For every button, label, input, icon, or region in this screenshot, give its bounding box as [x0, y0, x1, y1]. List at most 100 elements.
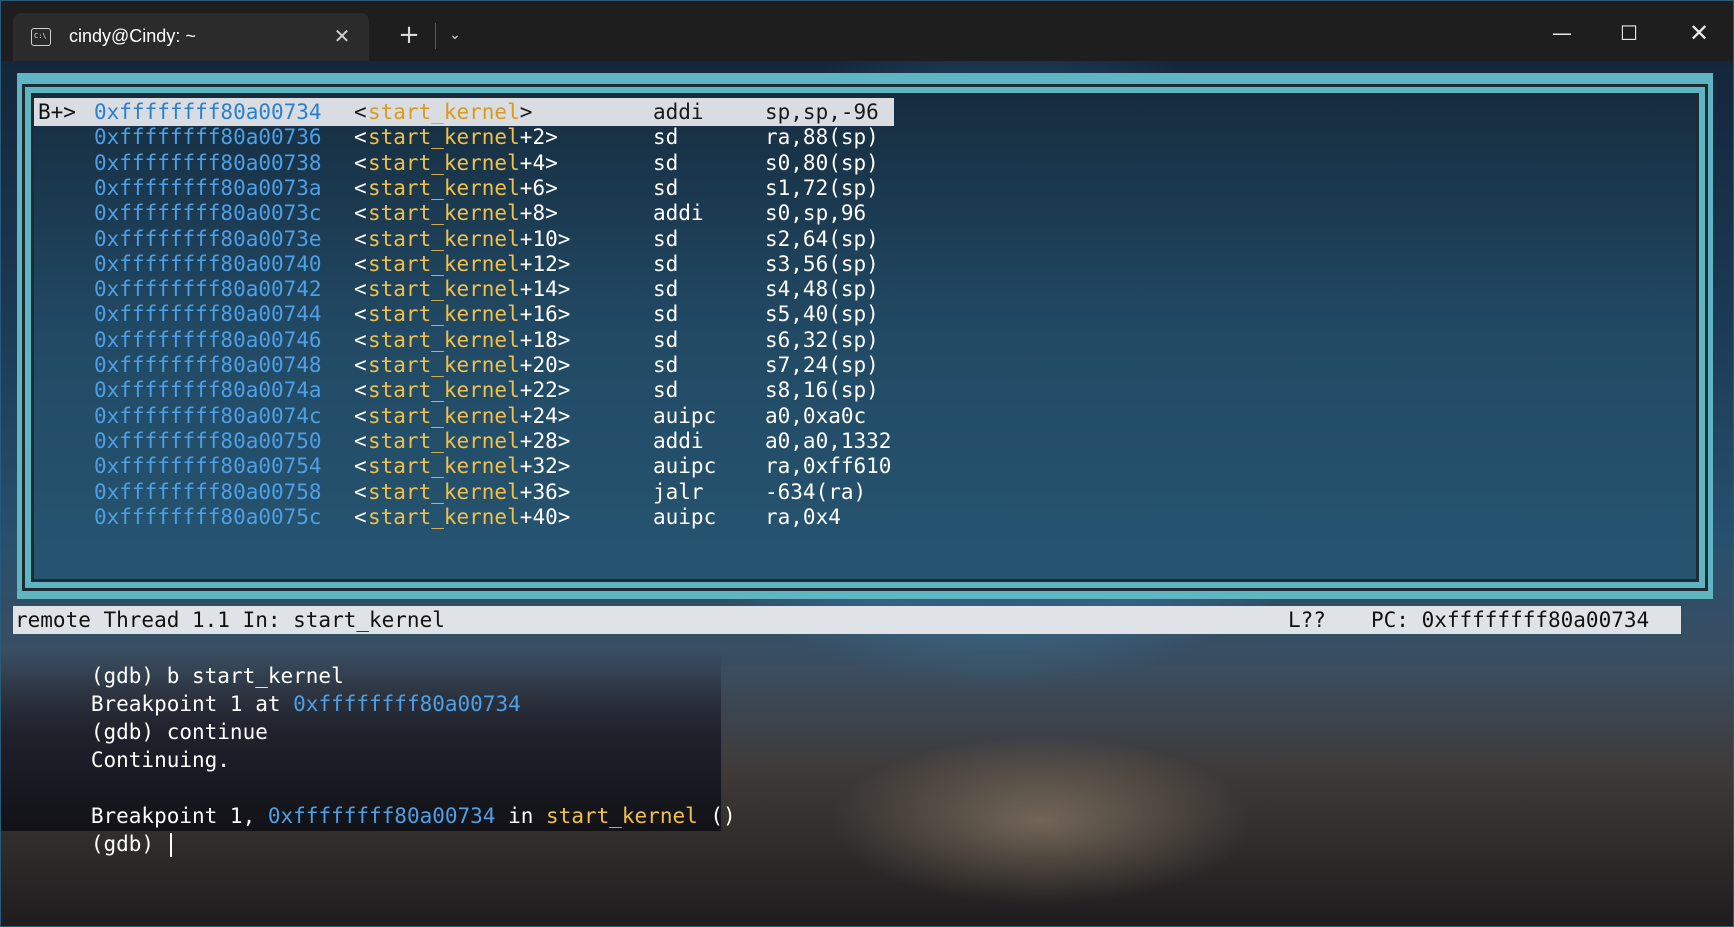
asm-address: 0xffffffff80a0074c: [94, 403, 322, 428]
status-pc: PC: 0xffffffff80a00734: [1371, 608, 1650, 632]
asm-opcode: auipc: [653, 504, 717, 529]
asm-symbol: start_kernel: [368, 150, 520, 175]
asm-offset: +20>: [519, 353, 571, 377]
asm-symbol: start_kernel: [368, 175, 520, 200]
asm-row: 0xffffffff80a0074a < start_kernel +22> sd s8,…: [34, 376, 1694, 404]
asm-offset: +22>: [519, 378, 571, 403]
title-bar: C:\ cindy@Cindy: ~ ✕ + ⌄ — ☐ ✕: [1, 1, 1733, 61]
minimize-button[interactable]: —: [1537, 13, 1587, 53]
asm-operands: s7,24(sp): [765, 353, 879, 377]
asm-opcode: addi: [653, 428, 704, 453]
status-bar: remote Thread 1.1 In: start_kernel L?? P…: [13, 606, 1681, 634]
asm-offset: +28>: [519, 428, 571, 453]
asm-window-border: B+> 0xffffffff80a00734 < start_kernel > addi s…: [22, 84, 1708, 591]
asm-offset: +12>: [519, 251, 571, 276]
terminal-window: C:\ cindy@Cindy: ~ ✕ + ⌄ — ☐ ✕ B+> 0xffff…: [0, 0, 1734, 927]
asm-window-frame: B+> 0xffffffff80a00734 < start_kernel > addi s…: [17, 73, 1713, 599]
chevron-down-icon[interactable]: ⌄: [443, 21, 467, 49]
console-address: 0xffffffff80a00734: [293, 692, 521, 716]
asm-row: 0xffffffff80a00744 < start_kernel +16> sd s5,…: [34, 300, 1694, 328]
tab-divider: [435, 23, 436, 49]
asm-opcode: addi: [653, 100, 704, 124]
asm-angle: <: [354, 479, 367, 504]
asm-row: B+> 0xffffffff80a00734 < start_kernel > addi s…: [34, 98, 894, 126]
asm-symbol: start_kernel: [368, 277, 520, 302]
text-cursor: [169, 833, 172, 857]
console-line: (gdb) b start_kernel: [15, 634, 344, 688]
asm-offset: +2>: [519, 125, 558, 150]
asm-angle: <: [354, 454, 367, 479]
asm-operands: s1,72(sp): [765, 175, 879, 200]
asm-row: 0xffffffff80a00746 < start_kernel +18> sd s6,…: [34, 326, 1694, 354]
console-prompt-line[interactable]: (gdb): [15, 802, 172, 857]
status-line: L??: [1288, 608, 1326, 632]
new-tab-button[interactable]: +: [395, 21, 423, 49]
asm-operands: s2,64(sp): [765, 226, 879, 251]
asm-offset: +24>: [519, 403, 571, 428]
asm-opcode: auipc: [653, 454, 717, 479]
asm-symbol: start_kernel: [368, 378, 520, 403]
console-line: Breakpoint 1 at 0xffffffff80a00734: [15, 662, 521, 716]
asm-symbol: start_kernel: [368, 428, 520, 453]
asm-address: 0xffffffff80a00758: [94, 479, 322, 504]
asm-address: 0xffffffff80a00734: [94, 100, 322, 124]
asm-opcode: sd: [653, 378, 679, 403]
asm-operands: s0,sp,96: [765, 201, 867, 226]
asm-operands: ra,88(sp): [765, 125, 879, 150]
asm-offset: +36>: [519, 479, 571, 504]
breakpoint-marker: B+>: [38, 100, 76, 124]
asm-angle: <: [354, 378, 367, 403]
tab-title: cindy@Cindy: ~: [69, 26, 196, 46]
asm-offset: >: [519, 100, 533, 124]
asm-opcode: sd: [653, 175, 679, 200]
asm-row: 0xffffffff80a0073e < start_kernel +10> sd s2,…: [34, 225, 1694, 253]
tab-terminal[interactable]: C:\ cindy@Cindy: ~ ✕: [13, 13, 369, 61]
console-symbol: start_kernel: [546, 804, 698, 828]
asm-operands: -634(ra): [765, 479, 867, 504]
asm-address: 0xffffffff80a00746: [94, 327, 322, 352]
asm-symbol: start_kernel: [368, 403, 520, 428]
asm-opcode: jalr: [653, 479, 704, 504]
asm-row: 0xffffffff80a00740 < start_kernel +12> sd s3,…: [34, 250, 1694, 278]
asm-address: 0xffffffff80a0073c: [94, 201, 322, 226]
console-line: (gdb) continue: [15, 690, 268, 744]
asm-address: 0xffffffff80a0075c: [94, 504, 322, 529]
asm-symbol: start_kernel: [368, 504, 520, 529]
asm-offset: +8>: [519, 201, 558, 226]
terminal-area[interactable]: B+> 0xffffffff80a00734 < start_kernel > addi s…: [1, 61, 1733, 926]
asm-angle: <: [354, 327, 367, 352]
asm-symbol: start_kernel: [368, 454, 520, 479]
asm-row: 0xffffffff80a00742 < start_kernel +14> sd s4,…: [34, 275, 1694, 303]
asm-angle: <: [354, 125, 367, 150]
asm-angle: <: [354, 226, 367, 251]
asm-opcode: sd: [653, 302, 679, 327]
asm-angle: <: [354, 353, 367, 377]
asm-offset: +6>: [519, 175, 558, 200]
asm-offset: +40>: [519, 504, 571, 529]
asm-pane[interactable]: B+> 0xffffffff80a00734 < start_kernel > addi s…: [31, 93, 1699, 582]
asm-operands: s0,80(sp): [765, 150, 879, 175]
asm-address: 0xffffffff80a00750: [94, 428, 322, 453]
asm-address: 0xffffffff80a0073a: [94, 175, 322, 200]
asm-offset: +14>: [519, 277, 571, 302]
asm-opcode: addi: [653, 201, 704, 226]
asm-angle: <: [354, 150, 367, 175]
asm-symbol: start_kernel: [368, 327, 520, 352]
asm-row: 0xffffffff80a00754 < start_kernel +32> auipc…: [34, 452, 1694, 480]
terminal-icon: C:\: [31, 28, 51, 46]
console-line: Breakpoint 1, 0xffffffff80a00734 in star…: [15, 774, 736, 828]
asm-symbol: start_kernel: [368, 353, 520, 377]
asm-opcode: auipc: [653, 403, 717, 428]
close-tab-icon[interactable]: ✕: [329, 23, 355, 49]
maximize-button[interactable]: ☐: [1604, 13, 1654, 53]
asm-angle: <: [354, 100, 367, 124]
asm-angle: <: [354, 403, 367, 428]
asm-address: 0xffffffff80a00740: [94, 251, 322, 276]
asm-address: 0xffffffff80a0074a: [94, 378, 322, 403]
console-text: (): [697, 804, 736, 828]
asm-address: 0xffffffff80a00754: [94, 454, 322, 479]
asm-offset: +4>: [519, 150, 558, 175]
asm-operands: s5,40(sp): [765, 302, 879, 327]
asm-symbol: start_kernel: [368, 251, 520, 276]
close-window-button[interactable]: ✕: [1674, 13, 1724, 53]
